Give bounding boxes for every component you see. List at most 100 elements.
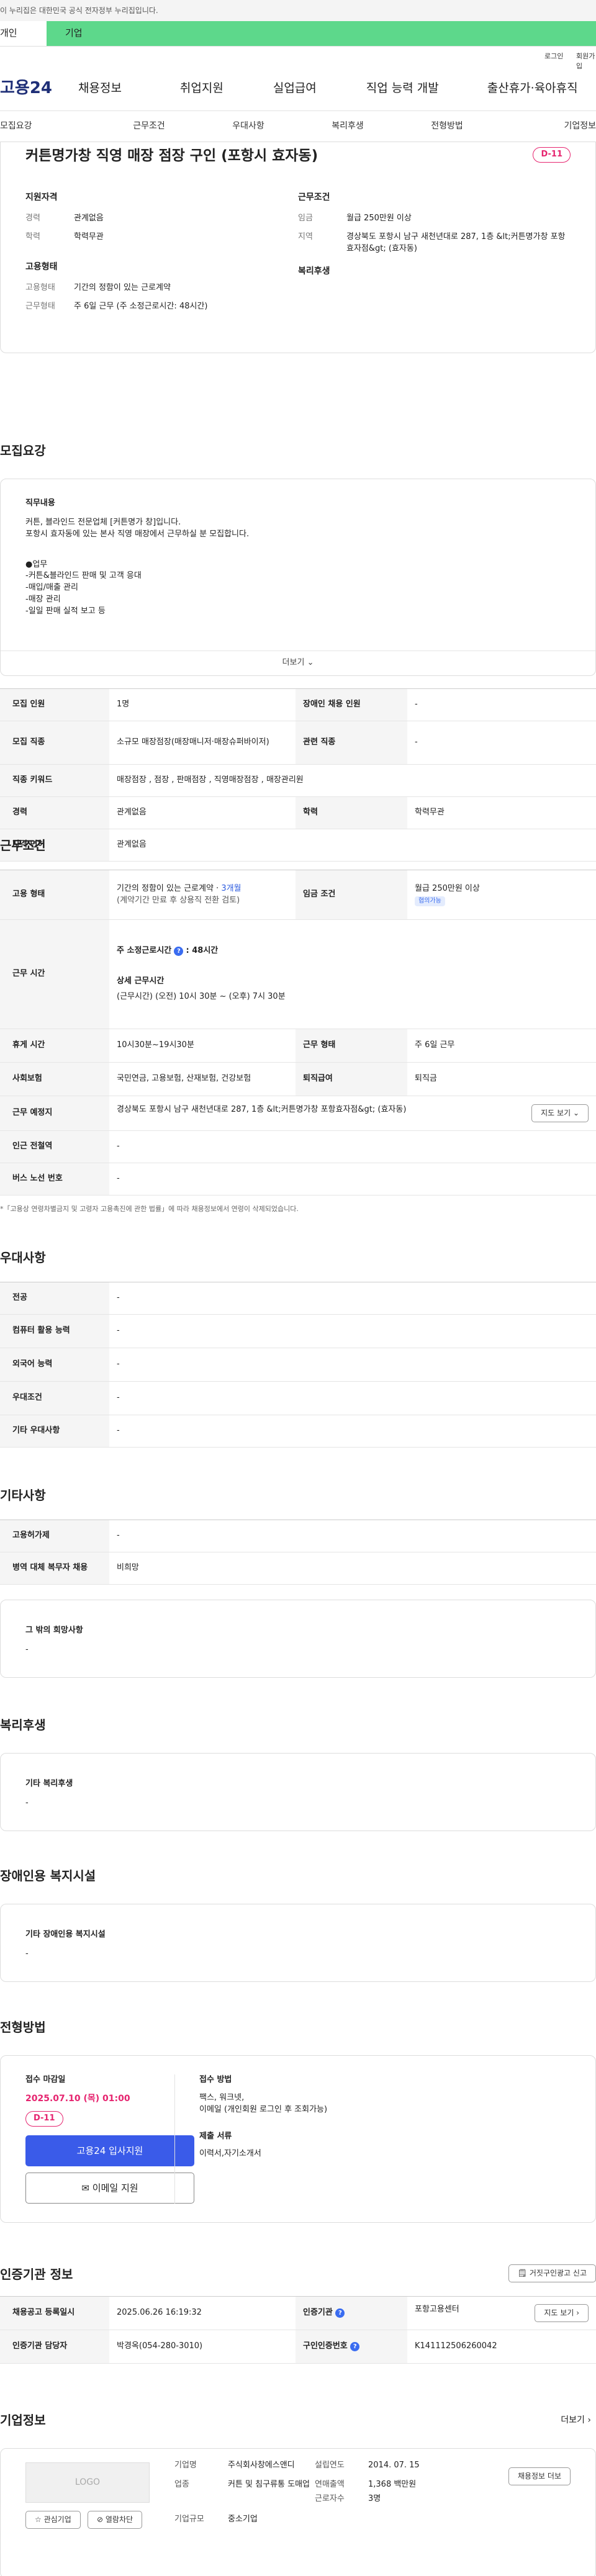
org-map-button[interactable]: 지도 보기 ›: [535, 2304, 589, 2323]
company-more-link[interactable]: 더보기 ›: [561, 2414, 591, 2426]
biz-value: 커튼 및 침구류통 도매업: [228, 2479, 310, 2489]
disability-section: 장애인용 복지시설 기타 장애인용 복지시설 -: [0, 1867, 596, 1982]
org-map-label: 지도 보기: [544, 2308, 574, 2317]
table-row: 경력 관계없음 학력 학력무관: [0, 796, 596, 829]
table-row: 직종 키워드 매장점장 , 점장 , 판매점장 , 직영매장점장 , 매장관리원: [0, 764, 596, 797]
place-value: 경상북도 포항시 남구 새천년대로 287, 1층 &lt;커튼명가창 포항효자…: [117, 1104, 407, 1114]
hope-heading: 그 밖의 희망사항: [25, 1626, 83, 1635]
deadline-heading: 접수 마감일: [25, 2075, 66, 2084]
company-name-value: 주식회사창에스앤디: [228, 2461, 295, 2470]
row-label: 인근 전철역: [0, 1130, 109, 1163]
row-label: 구인인증번호 ?: [296, 2330, 407, 2364]
apply-button[interactable]: 고용24 입사지원: [25, 2135, 194, 2166]
company-jobs-button[interactable]: 채용정보 더보: [508, 2467, 571, 2486]
subnav-pref[interactable]: 우대사항: [199, 120, 298, 132]
table-row: 컴퓨터 활용 능력 -: [0, 1314, 596, 1348]
help-icon[interactable]: ?: [350, 2342, 360, 2352]
fav-company-button[interactable]: ☆ 관심기업: [25, 2511, 81, 2529]
loc-label: 지역: [298, 232, 313, 242]
join-link[interactable]: 회원가입: [576, 52, 596, 71]
hours-detail: (근무시간) (오전) 10시 30분 ~ (오후) 7시 30분: [117, 991, 286, 1001]
sales-value: 1,368 백만원: [368, 2479, 417, 2489]
gnb-menu-unemployment[interactable]: 실업급여: [273, 80, 317, 97]
sales-label: 연매출액: [315, 2479, 345, 2489]
block-icon: ⊘: [97, 2515, 104, 2524]
way-value: 이메일 (개인회원 로그인 후 조회가능): [199, 2104, 328, 2114]
hours-total-label: 주 소정근로시간: [117, 946, 172, 956]
pay-value: 월급 250만원 이상: [346, 213, 412, 223]
gnb-menu-jobs[interactable]: 채용정보: [78, 80, 122, 97]
dday-badge: D-11: [25, 2111, 63, 2127]
table-row: 모집 직종 소규모 매장점장(매장매니저·매장슈퍼바이저) 관련 직종 -: [0, 721, 596, 765]
block-button[interactable]: ⊘ 열람차단: [88, 2511, 143, 2529]
row-value: -: [109, 1282, 596, 1315]
global-nav: 고용24 채용정보 취업지원 실업급여 직업 능력 개발 출산휴가·육아휴직: [0, 66, 596, 111]
report-button[interactable]: 🗒 거짓구인광고 신고: [508, 2264, 596, 2283]
qual-heading: 지원자격: [25, 192, 58, 203]
row-value: -: [109, 1415, 596, 1448]
row-label: 임금 조건: [296, 870, 407, 920]
job-desc-line: 포항시 효자동에 있는 본사 직영 매장에서 근무하실 분 모집합니다.: [25, 529, 250, 539]
gnb-menu-employment-support[interactable]: 취업지원: [180, 80, 224, 97]
gnb-menu-leave[interactable]: 출산휴가·육아휴직: [487, 80, 578, 97]
row-label: 경력: [0, 796, 109, 829]
table-row: 인증기관 담당자 박경옥(054-280-3010) 구인인증번호 ? K141112…: [0, 2330, 596, 2364]
method-title: 전형방법: [0, 2020, 46, 2035]
tab-corporate[interactable]: 기업: [47, 21, 596, 46]
method-section: 전형방법 접수 마감일 2025.07.10 (목) 01:00 D-11 고용…: [0, 2019, 596, 2223]
map-button[interactable]: 지도 보기 ⌄: [531, 1104, 589, 1123]
site-logo[interactable]: 고용24: [0, 77, 63, 101]
more-label: 더보기: [282, 658, 305, 668]
subnav-work[interactable]: 근무조건: [99, 120, 199, 132]
emp-count-label: 근로자수: [315, 2493, 345, 2503]
more-button[interactable]: 더보기 ⌄: [1, 651, 595, 675]
welfare-box: 기타 복리후생 -: [0, 1753, 596, 1831]
row-value: 박경옥(054-280-3010): [109, 2330, 296, 2364]
subnav-welfare[interactable]: 복리후생: [298, 120, 397, 132]
work-title: 근무조건: [0, 838, 46, 853]
subnav-method[interactable]: 전형방법: [397, 120, 497, 132]
mail-icon: ✉: [81, 2182, 89, 2194]
edu-label: 학력: [25, 232, 40, 242]
job-desc-box: 직무내용 커튼, 블라인드 전문업체 [커튼명가 창]입니다. 포항시 효자동에…: [0, 479, 596, 676]
job-title: 커튼명가창 직영 매장 점장 구인 (포항시 효자동): [25, 148, 318, 164]
hope-box: 그 밖의 희망사항 -: [0, 1600, 596, 1678]
row-label: 외국어 능력: [0, 1348, 109, 1382]
row-value: -: [109, 1520, 596, 1552]
row-label: 사회보험: [0, 1062, 109, 1096]
job-desc-line: 커튼, 블라인드 전문업체 [커튼명가 창]입니다.: [25, 517, 181, 527]
job-desc-heading: 직무내용: [25, 498, 55, 508]
dday-badge: D-11: [533, 147, 571, 163]
subnav-company[interactable]: 기업정보: [497, 120, 596, 132]
duty-line: -매입/매출 관리: [25, 583, 78, 593]
row-label: 전공: [0, 1282, 109, 1315]
company-more-label: 더보기: [561, 2415, 585, 2425]
help-icon[interactable]: ?: [174, 947, 184, 957]
row-value: 국민연금, 고용보험, 산재보험, 건강보험: [109, 1062, 296, 1096]
emp-cell: 기간의 정함이 있는 근로계약 · 3개월 (계약기간 만료 후 상용직 전환 검…: [109, 870, 296, 920]
cert-no-label: 구인인증번호: [303, 2341, 348, 2351]
row-label: 휴게 시간: [0, 1029, 109, 1063]
help-icon[interactable]: ?: [335, 2308, 345, 2318]
emp-sub: (계약기간 만료 후 상용직 전환 검토): [117, 895, 240, 905]
table-row: 버스 노선 번호 -: [0, 1163, 596, 1196]
row-label: 채용공고 등록일시: [0, 2296, 109, 2330]
etc-table: 고용허가제 - 병역 대체 복무자 채용 비희망: [0, 1520, 596, 1585]
etc-section: 기타사항 고용허가제 - 병역 대체 복무자 채용 비희망 그 밖의 희망사항 -: [0, 1487, 596, 1678]
pref-title: 우대사항: [0, 1250, 46, 1265]
est-value: 2014. 07. 15: [368, 2461, 420, 2470]
email-apply-label: 이메일 지원: [92, 2182, 138, 2194]
table-row: 고용허가제 -: [0, 1520, 596, 1552]
email-apply-button[interactable]: ✉ 이메일 지원: [25, 2172, 194, 2204]
login-link[interactable]: 로그인: [544, 52, 563, 61]
org-value: 포항고용센터: [415, 2304, 459, 2314]
fav-label: 관심기업: [43, 2515, 71, 2524]
work-form-label: 근무형태: [25, 302, 55, 312]
row-label: 우대조건: [0, 1381, 109, 1415]
row-value: 1명: [109, 688, 296, 721]
edu-value: 학력무관: [74, 232, 104, 242]
subnav-recruit[interactable]: 모집요강: [0, 120, 99, 132]
tab-individual[interactable]: 개인: [0, 21, 47, 46]
gnb-menu-training[interactable]: 직업 능력 개발: [366, 80, 439, 97]
way-value: 팩스, 워크넷,: [199, 2092, 245, 2102]
